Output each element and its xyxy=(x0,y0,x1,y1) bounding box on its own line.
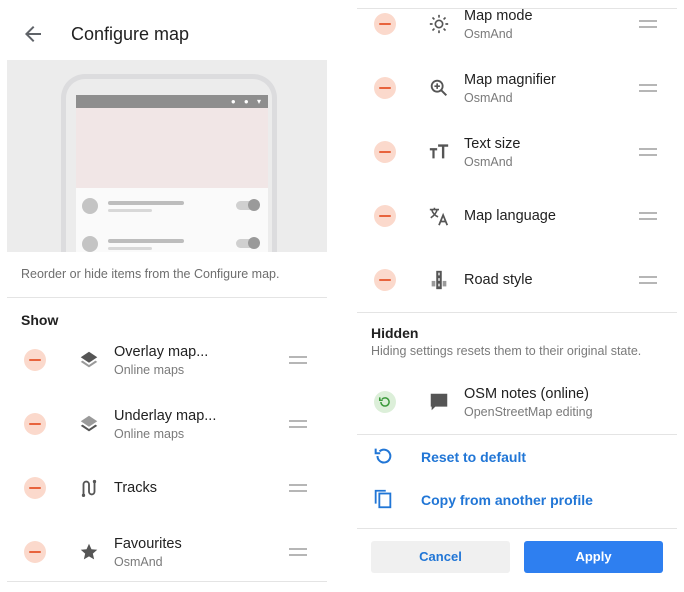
remove-item-button[interactable] xyxy=(24,541,46,563)
tracks-icon xyxy=(81,479,97,497)
restore-item-button[interactable] xyxy=(374,391,396,413)
remove-item-button[interactable] xyxy=(24,477,46,499)
remove-item-button[interactable] xyxy=(374,13,396,35)
configure-map-screen-top: Configure map ● ● ▾ Reorder or hide item… xyxy=(7,0,327,592)
drag-handle-icon[interactable] xyxy=(288,545,308,559)
drag-handle-icon[interactable] xyxy=(638,273,658,287)
phone-status-bar: ● ● ▾ xyxy=(76,95,268,108)
remove-item-button[interactable] xyxy=(24,413,46,435)
screen-description: Reorder or hide items from the Configure… xyxy=(21,267,280,281)
list-item-map-language[interactable]: Map language xyxy=(357,184,677,248)
reset-icon xyxy=(374,448,392,464)
divider xyxy=(357,312,677,313)
phone-status-dots: ● ● ▾ xyxy=(230,97,264,106)
item-title: OSM notes (online) xyxy=(464,386,589,402)
cancel-button[interactable]: Cancel xyxy=(371,541,510,573)
list-item-map-mode[interactable]: Map mode OsmAnd xyxy=(357,0,677,54)
sun-icon xyxy=(429,14,449,34)
list-item-overlay-map[interactable]: Overlay map... Online maps xyxy=(7,328,327,392)
item-title: Map language xyxy=(464,208,556,224)
app-bar: Configure map xyxy=(7,0,327,60)
divider xyxy=(7,581,327,582)
item-subtitle: OsmAnd xyxy=(464,27,513,41)
text-size-icon xyxy=(429,144,449,159)
list-item-underlay-map[interactable]: Underlay map... Online maps xyxy=(7,392,327,456)
item-title: Overlay map... xyxy=(114,344,209,360)
layers-icon xyxy=(80,351,98,368)
drag-handle-icon[interactable] xyxy=(638,209,658,223)
hidden-section-description: Hiding settings resets them to their ori… xyxy=(371,344,642,358)
drag-handle-icon[interactable] xyxy=(638,81,658,95)
item-title: Map mode xyxy=(464,8,533,24)
list-item-text-size[interactable]: Text size OsmAnd xyxy=(357,120,677,184)
list-item-osm-notes[interactable]: OSM notes (online) OpenStreetMap editing xyxy=(357,370,677,434)
item-subtitle: Online maps xyxy=(114,363,185,377)
list-item-map-magnifier[interactable]: Map magnifier OsmAnd xyxy=(357,56,677,120)
item-subtitle: OpenStreetMap editing xyxy=(464,405,593,419)
item-subtitle: Online maps xyxy=(114,427,185,441)
remove-item-button[interactable] xyxy=(24,349,46,371)
item-title: Text size xyxy=(464,136,521,152)
phone-list-area xyxy=(76,188,268,252)
apply-button[interactable]: Apply xyxy=(524,541,663,573)
road-icon xyxy=(431,270,447,290)
back-arrow-icon[interactable] xyxy=(21,22,45,46)
restore-icon xyxy=(378,397,390,407)
item-title: Favourites xyxy=(114,536,182,552)
phone-map-area xyxy=(76,108,268,188)
item-subtitle: OsmAnd xyxy=(464,155,513,169)
hidden-section-title: Hidden xyxy=(371,325,419,341)
drag-handle-icon[interactable] xyxy=(288,353,308,367)
reset-to-default-label: Reset to default xyxy=(421,449,527,465)
reset-to-default-button[interactable]: Reset to default xyxy=(357,436,677,476)
magnifier-icon xyxy=(430,79,448,97)
copy-from-profile-button[interactable]: Copy from another profile xyxy=(357,479,677,519)
configure-map-illustration: ● ● ▾ xyxy=(7,60,327,252)
layers-icon xyxy=(80,415,98,432)
list-item-road-style[interactable]: Road style xyxy=(357,248,677,312)
list-item-favourites[interactable]: Favourites OsmAnd xyxy=(7,520,327,584)
remove-item-button[interactable] xyxy=(374,141,396,163)
drag-handle-icon[interactable] xyxy=(288,481,308,495)
show-section-title: Show xyxy=(21,312,59,328)
remove-item-button[interactable] xyxy=(374,77,396,99)
phone-illustration: ● ● ▾ xyxy=(61,74,277,252)
copy-icon xyxy=(374,489,392,509)
page-title: Configure map xyxy=(71,24,190,44)
item-title: Tracks xyxy=(114,480,157,496)
remove-item-button[interactable] xyxy=(374,269,396,291)
drag-handle-icon[interactable] xyxy=(638,17,658,31)
divider xyxy=(357,434,677,435)
remove-item-button[interactable] xyxy=(374,205,396,227)
item-title: Map magnifier xyxy=(464,72,556,88)
configure-map-screen-bottom: Map mode OsmAnd Map magnifier OsmAnd Tex… xyxy=(357,0,677,592)
star-icon xyxy=(80,543,98,560)
drag-handle-icon[interactable] xyxy=(638,145,658,159)
item-subtitle: OsmAnd xyxy=(464,91,513,105)
item-title: Underlay map... xyxy=(114,408,217,424)
item-title: Road style xyxy=(464,272,533,288)
translate-icon xyxy=(429,207,449,226)
divider xyxy=(7,297,327,298)
phone-list-row xyxy=(82,196,262,216)
comment-icon xyxy=(430,393,448,411)
item-subtitle: OsmAnd xyxy=(114,555,163,569)
phone-list-row xyxy=(82,234,262,252)
copy-from-profile-label: Copy from another profile xyxy=(421,492,593,508)
list-item-tracks[interactable]: Tracks xyxy=(7,456,327,520)
drag-handle-icon[interactable] xyxy=(288,417,308,431)
